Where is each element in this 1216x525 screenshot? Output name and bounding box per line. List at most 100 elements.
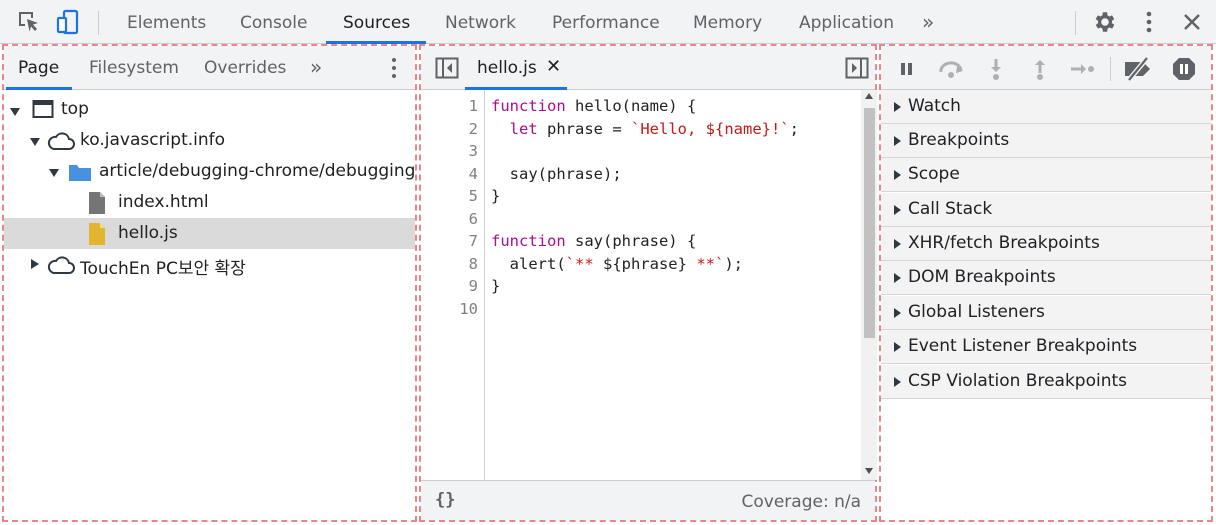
expand-arrow-icon xyxy=(894,239,901,249)
tree-item-label: TouchEn PC보안 확장 xyxy=(80,259,246,279)
pause-icon[interactable] xyxy=(895,57,919,81)
section-label: DOM Breakpoints xyxy=(908,267,1056,287)
section-global-listeners[interactable]: Global Listeners xyxy=(881,296,1211,330)
scroll-up-arrow-icon[interactable] xyxy=(865,93,873,99)
line-number[interactable]: 3 xyxy=(469,142,478,160)
section-xhr-breakpoints[interactable]: XHR/fetch Breakpoints xyxy=(881,227,1211,261)
settings-icon[interactable] xyxy=(1092,9,1118,35)
section-scope[interactable]: Scope xyxy=(881,158,1211,192)
tab-memory[interactable]: Memory xyxy=(693,13,762,33)
line-number-gutter: 1 2 3 4 5 6 7 8 9 10 xyxy=(421,90,485,480)
section-label: Call Stack xyxy=(908,199,993,219)
toolbar-divider-right xyxy=(1075,11,1076,35)
expand-arrow-icon xyxy=(894,308,901,318)
section-csp-violation-breakpoints[interactable]: CSP Violation Breakpoints xyxy=(881,365,1211,399)
tree-item-extension[interactable]: TouchEn PC보안 확장 xyxy=(4,249,415,280)
pause-on-exceptions-icon[interactable] xyxy=(1172,57,1196,81)
code-line-1: function hello(name) { xyxy=(491,97,697,115)
tab-application[interactable]: Application xyxy=(799,13,894,33)
navigator-more-tabs-button[interactable]: » xyxy=(310,55,322,79)
close-icon[interactable] xyxy=(1179,9,1205,35)
tab-console[interactable]: Console xyxy=(240,13,308,33)
section-label: XHR/fetch Breakpoints xyxy=(908,233,1100,253)
tab-sources[interactable]: Sources xyxy=(343,13,410,33)
section-label: CSP Violation Breakpoints xyxy=(908,371,1128,391)
coverage-status: Coverage: n/a xyxy=(741,492,862,512)
tree-item-folder[interactable]: article/debugging-chrome/debugging xyxy=(4,156,415,187)
active-subtab-indicator xyxy=(6,87,72,90)
line-number[interactable]: 2 xyxy=(469,120,478,138)
debugger-toolbar xyxy=(881,46,1211,90)
tab-performance[interactable]: Performance xyxy=(552,13,660,33)
debugger-toolbar-divider xyxy=(1110,57,1111,81)
code-editor[interactable]: function hello(name) { let phrase = `Hel… xyxy=(485,90,861,480)
section-breakpoints[interactable]: Breakpoints xyxy=(881,124,1211,158)
line-number[interactable]: 5 xyxy=(469,187,478,205)
line-number[interactable]: 6 xyxy=(469,210,478,228)
line-number[interactable]: 4 xyxy=(469,165,478,183)
tree-item-label: top xyxy=(61,99,89,119)
tab-filesystem[interactable]: Filesystem xyxy=(89,58,179,78)
scrollbar-thumb[interactable] xyxy=(864,108,875,338)
line-number[interactable]: 9 xyxy=(469,277,478,295)
frame-icon xyxy=(32,99,54,124)
expand-arrow-icon xyxy=(894,273,901,283)
toggle-navigator-icon[interactable] xyxy=(435,57,459,84)
section-dom-breakpoints[interactable]: DOM Breakpoints xyxy=(881,261,1211,295)
js-file-icon xyxy=(88,222,106,251)
expand-arrow-icon[interactable] xyxy=(49,169,59,177)
inspect-element-icon[interactable] xyxy=(16,9,42,35)
section-event-listener-breakpoints[interactable]: Event Listener Breakpoints xyxy=(881,330,1211,364)
more-vert-icon[interactable] xyxy=(1136,9,1162,35)
debugger-pane: Watch Breakpoints Scope Call Stack XHR/f… xyxy=(879,44,1213,522)
code-line-7: function say(phrase) { xyxy=(491,232,697,250)
tab-elements[interactable]: Elements xyxy=(127,13,206,33)
step-out-icon[interactable] xyxy=(1028,57,1052,81)
section-watch[interactable]: Watch xyxy=(881,90,1211,124)
tree-item-file-selected[interactable]: hello.js xyxy=(4,218,415,249)
editor-pane: hello.js ✕ 1 2 3 4 5 6 7 8 9 10 function… xyxy=(419,44,877,522)
tree-item-domain[interactable]: ko.javascript.info xyxy=(4,125,415,156)
line-number[interactable]: 8 xyxy=(469,255,478,273)
code-line-9: } xyxy=(491,277,501,295)
tree-item-label: article/debugging-chrome/debugging xyxy=(99,161,416,181)
expand-arrow-icon[interactable] xyxy=(10,107,20,116)
file-tab-hello-js[interactable]: hello.js xyxy=(477,58,537,78)
pretty-print-button[interactable]: {} xyxy=(435,490,455,510)
section-call-stack[interactable]: Call Stack xyxy=(881,193,1211,227)
editor-tabs: hello.js ✕ xyxy=(421,46,875,90)
toggle-debugger-icon[interactable] xyxy=(845,57,869,84)
line-number[interactable]: 1 xyxy=(469,97,478,115)
section-label: Event Listener Breakpoints xyxy=(908,336,1138,356)
step-over-icon[interactable] xyxy=(937,57,963,81)
line-number[interactable]: 10 xyxy=(459,300,478,318)
file-icon xyxy=(88,191,106,220)
tree-item-file[interactable]: index.html xyxy=(4,187,415,218)
section-label: Scope xyxy=(908,164,960,184)
close-tab-icon[interactable]: ✕ xyxy=(546,56,561,77)
more-tabs-button[interactable]: » xyxy=(922,10,934,34)
expand-arrow-icon xyxy=(894,170,901,180)
code-line-4: say(phrase); xyxy=(491,165,622,183)
expand-arrow-icon xyxy=(894,136,901,146)
tree-item-top[interactable]: top xyxy=(4,94,415,125)
tab-network[interactable]: Network xyxy=(445,13,516,33)
editor-status-bar: {} Coverage: n/a xyxy=(421,480,875,520)
step-icon[interactable] xyxy=(1069,57,1094,81)
navigator-pane: Page Filesystem Overrides » top ko.javas… xyxy=(2,44,417,522)
line-number[interactable]: 7 xyxy=(469,232,478,250)
expand-arrow-icon[interactable] xyxy=(30,138,40,146)
editor-scrollbar[interactable] xyxy=(861,90,877,480)
tab-overrides[interactable]: Overrides xyxy=(204,58,286,78)
step-into-icon[interactable] xyxy=(984,57,1008,81)
tab-page[interactable]: Page xyxy=(18,58,59,78)
code-line-8: alert(`** ${phrase} **`); xyxy=(491,255,743,273)
navigator-menu-icon[interactable] xyxy=(388,58,400,80)
section-label: Watch xyxy=(908,96,961,116)
deactivate-breakpoints-icon[interactable] xyxy=(1123,56,1155,82)
cloud-icon xyxy=(46,131,76,156)
expand-arrow-icon xyxy=(894,205,901,215)
device-toolbar-icon[interactable] xyxy=(55,9,81,35)
scroll-down-arrow-icon[interactable] xyxy=(865,468,873,474)
expand-arrow-icon[interactable] xyxy=(31,259,39,269)
